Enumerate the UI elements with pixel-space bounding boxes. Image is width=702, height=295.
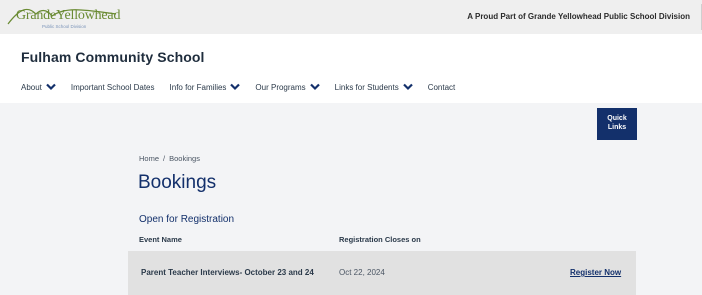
event-name: Parent Teacher Interviews- October 23 an… [141,268,314,277]
nav-label: Important School Dates [70,82,155,92]
chevron-down-icon [309,83,320,91]
top-bar: GrandeYellowhead Public School Division … [0,0,702,34]
nav-item-contact[interactable]: Contact [428,83,456,92]
column-header-closes-on: Registration Closes on [339,235,421,244]
breadcrumb-current: Bookings [169,154,200,163]
chevron-down-icon [230,83,241,91]
nav-label: Contact [427,82,456,92]
nav-item-info-for-families[interactable]: Info for Families [170,83,241,92]
nav-label: About [21,82,42,92]
quick-links-line1: Quick [607,115,627,122]
nav-item-our-programs[interactable]: Our Programs [255,82,320,92]
column-header-event-name: Event Name [139,235,182,244]
division-logo[interactable]: GrandeYellowhead Public School Division [6,2,126,32]
table-row: Parent Teacher Interviews- October 23 an… [128,251,636,295]
breadcrumb: Home / Bookings [139,154,200,163]
quick-links-button[interactable]: Quick Links [597,108,637,140]
logo-name: GrandeYellowhead [16,8,121,23]
nav-label: Links for Students [334,82,399,92]
breadcrumb-home[interactable]: Home [139,154,159,163]
logo-subtitle: Public School Division [42,24,87,29]
page-title: Bookings [138,172,217,193]
division-tagline: A Proud Part of Grande Yellowhead Public… [467,12,690,21]
registration-close-date: Oct 22, 2024 [339,268,385,277]
nav-item-links-for-students[interactable]: Links for Students [335,83,413,92]
section-title: Open for Registration [139,214,235,225]
chevron-down-icon [46,83,56,91]
chevron-down-icon [402,83,413,91]
school-name[interactable]: Fulham Community School [21,49,205,65]
breadcrumb-separator: / [163,154,166,163]
nav-item-about[interactable]: About [21,83,56,92]
nav-item-important-dates[interactable]: Important School Dates [71,83,155,92]
main-nav: About Important School Dates Info for Fa… [21,80,470,94]
register-now-link[interactable]: Register Now [570,268,621,277]
nav-label: Info for Families [169,82,227,92]
nav-label: Our Programs [255,82,306,92]
quick-links-line2: Links [607,124,627,131]
